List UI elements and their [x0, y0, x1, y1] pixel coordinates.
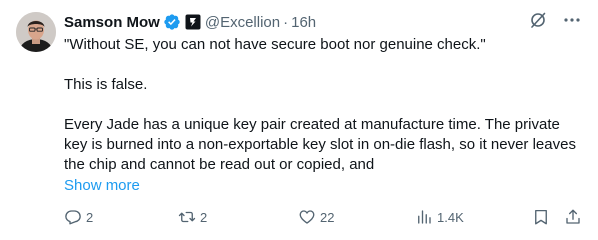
- verified-badge-icon: [163, 13, 181, 31]
- post-paragraph-detail: Every Jade has a unique key pair created…: [64, 116, 576, 173]
- author-name[interactable]: Samson Mow: [64, 14, 160, 31]
- post-paragraph-claim: This is false.: [64, 76, 148, 93]
- avatar[interactable]: [16, 12, 56, 52]
- grok-icon[interactable]: [528, 10, 548, 30]
- share-icon: [566, 209, 580, 224]
- share-button[interactable]: [564, 207, 582, 227]
- bookmark-button[interactable]: [532, 207, 550, 227]
- tweet[interactable]: Samson Mow @Excellion · 16h "Without SE,…: [0, 0, 598, 240]
- post-header: Samson Mow @Excellion · 16h: [64, 12, 584, 32]
- post-body: "Without SE, you can not have secure boo…: [64, 35, 584, 175]
- affiliate-badge-icon[interactable]: [185, 14, 201, 30]
- repost-count: 2: [200, 209, 208, 225]
- like-icon: [299, 210, 315, 224]
- author-handle[interactable]: @Excellion: [205, 14, 280, 31]
- views-count: 1.4K: [437, 209, 464, 225]
- repost-icon: [178, 211, 196, 223]
- separator: ·: [283, 13, 289, 31]
- post-time[interactable]: 16h: [291, 14, 316, 31]
- bookmark-icon: [535, 209, 547, 225]
- repost-button[interactable]: 2: [178, 207, 207, 227]
- reply-button[interactable]: 2: [64, 207, 93, 227]
- action-bar: 2 2 22 1.4K: [64, 207, 584, 227]
- like-button[interactable]: 22: [298, 207, 334, 227]
- header-actions: [528, 10, 582, 30]
- reply-count: 2: [86, 209, 94, 225]
- views-icon: [418, 210, 431, 224]
- views-button[interactable]: 1.4K: [415, 207, 464, 227]
- reply-icon: [65, 210, 81, 225]
- more-icon[interactable]: [562, 10, 582, 30]
- show-more-link[interactable]: Show more: [64, 176, 140, 196]
- like-count: 22: [320, 209, 335, 225]
- post-paragraph-quote: "Without SE, you can not have secure boo…: [64, 36, 486, 53]
